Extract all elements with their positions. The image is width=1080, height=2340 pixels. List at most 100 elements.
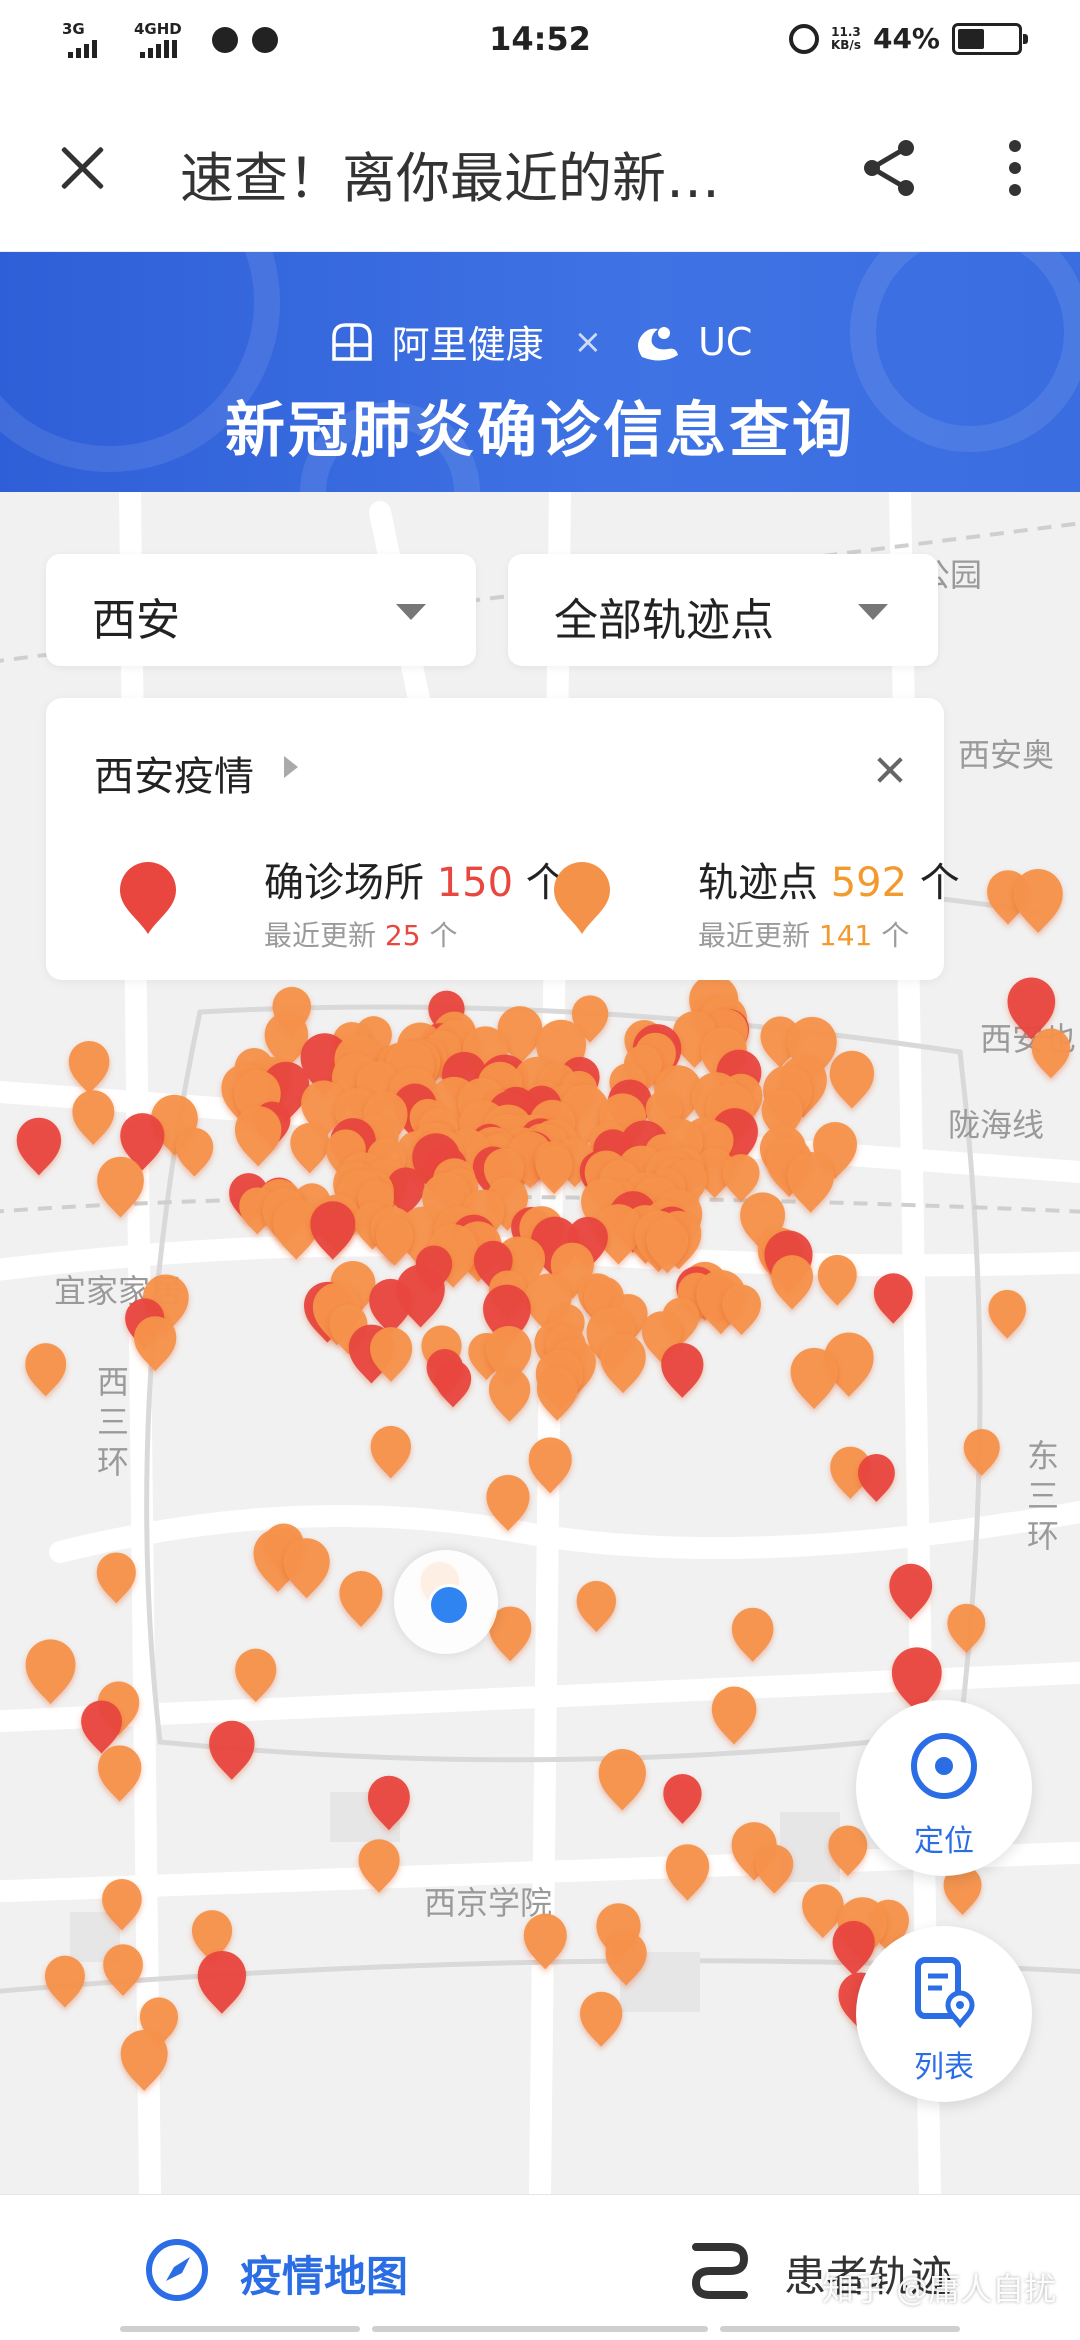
brand-separator: ×	[573, 321, 603, 362]
tab-epidemic-map-label: 疫情地图	[240, 2252, 409, 2301]
list-document-icon	[915, 1957, 975, 2028]
track-point-pin[interactable]	[25, 1343, 67, 1397]
track-point-pin[interactable]	[68, 1040, 110, 1094]
status-bar: 3G 4GHD 14:52 11.3 KB/s 44%	[0, 0, 1080, 84]
list-button-label: 列表	[914, 2050, 974, 2085]
confirmed-location-pin[interactable]	[889, 1563, 933, 1620]
close-icon[interactable]	[56, 140, 112, 196]
track-point-pin[interactable]	[947, 1603, 986, 1653]
track-point-pin[interactable]	[731, 1607, 774, 1662]
track-point-pin[interactable]	[98, 1745, 142, 1802]
confirmed-recent-unit: 个	[429, 919, 458, 952]
close-icon[interactable]	[874, 754, 906, 786]
track-point-pin[interactable]	[722, 1284, 761, 1335]
track-point-pin[interactable]	[97, 1156, 144, 1218]
list-button[interactable]: 列表	[856, 1926, 1032, 2102]
brand-uc: UC	[698, 319, 753, 364]
track-point-pin[interactable]	[370, 1425, 411, 1479]
track-point-pin[interactable]	[817, 1254, 857, 1306]
confirmed-location-pin[interactable]	[434, 1360, 472, 1408]
track-point-pin[interactable]	[488, 1368, 531, 1422]
track-point-pin[interactable]	[486, 1474, 530, 1532]
alarm-icon	[788, 23, 819, 54]
track-point-pin[interactable]	[339, 1570, 383, 1627]
track-point-pin[interactable]	[536, 1367, 578, 1421]
confirmed-location-pin[interactable]	[367, 1775, 410, 1831]
epidemic-map[interactable]: 公园 西安奥 西安也 陇海线 宜家家居 西三环 东三环 西京学院 西安 全部轨迹…	[0, 492, 1080, 2194]
compass-icon	[146, 2239, 208, 2301]
track-point-pin[interactable]	[283, 1538, 330, 1599]
info-card-city-link[interactable]: 西安疫情	[94, 744, 254, 802]
track-type-select-value: 全部轨迹点	[554, 595, 774, 646]
confirmed-location-pin[interactable]	[81, 1700, 122, 1754]
track-point-pin[interactable]	[44, 1955, 85, 2008]
track-point-pin[interactable]	[235, 1648, 277, 1703]
track-point-pin[interactable]	[96, 1552, 136, 1604]
track-point-pin[interactable]	[771, 1255, 814, 1310]
system-nav-hint	[372, 2326, 708, 2332]
track-point-pin[interactable]	[665, 1844, 710, 1901]
track-point-pin[interactable]	[988, 1289, 1026, 1339]
track-point-pin[interactable]	[1031, 1028, 1071, 1079]
track-point-pin[interactable]	[120, 2029, 168, 2091]
track-point-pin[interactable]	[963, 1429, 1000, 1476]
track-recent-count: 141	[818, 919, 873, 952]
track-point-pin[interactable]	[72, 1090, 115, 1145]
track-point-pin[interactable]	[528, 1437, 572, 1494]
confirmed-location-pin[interactable]	[197, 1950, 247, 2014]
track-type-select[interactable]: 全部轨迹点	[508, 554, 938, 666]
track-point-pin[interactable]	[358, 1839, 400, 1893]
track-point-pin[interactable]	[175, 1127, 214, 1177]
city-select[interactable]: 西安	[46, 554, 476, 666]
track-point-pin[interactable]	[375, 1216, 414, 1266]
title-bar: 速查！离你最近的新…	[0, 84, 1080, 252]
track-point-pin[interactable]	[790, 1347, 838, 1409]
track-point-pin[interactable]	[523, 1913, 567, 1970]
track-recent-unit: 个	[881, 919, 910, 952]
confirmed-location-pin[interactable]	[858, 1454, 895, 1502]
route-icon	[691, 2243, 749, 2299]
track-point-pin[interactable]	[103, 1944, 143, 1996]
track-point-pin[interactable]	[600, 1334, 646, 1394]
locate-button[interactable]: 定位	[856, 1700, 1032, 1876]
more-options-icon[interactable]	[1000, 136, 1030, 200]
track-point-pin[interactable]	[234, 1106, 282, 1167]
confirmed-location-pin[interactable]	[310, 1201, 356, 1260]
share-icon[interactable]	[858, 136, 922, 200]
track-point-pin[interactable]	[102, 1878, 142, 1931]
confirmed-pin-icon	[120, 862, 176, 934]
uc-logo-icon	[638, 326, 679, 361]
track-point-pin[interactable]	[1013, 869, 1063, 933]
banner-title: 新冠肺炎确诊信息查询	[225, 396, 855, 466]
track-point-pin[interactable]	[755, 1844, 794, 1894]
confirmed-location-pin[interactable]	[16, 1117, 62, 1176]
track-count: 592	[830, 860, 908, 906]
track-point-pin[interactable]	[829, 1050, 875, 1109]
track-pin-icon	[554, 862, 610, 934]
locate-target-icon	[911, 1733, 977, 1799]
confirmed-location-pin[interactable]	[209, 1720, 255, 1780]
tab-epidemic-map[interactable]: 疫情地图	[140, 2195, 440, 2340]
track-label: 轨迹点	[698, 860, 818, 906]
confirmed-location-pin[interactable]	[873, 1273, 913, 1324]
brand-ali-health: 阿里健康	[391, 323, 544, 367]
track-point-pin[interactable]	[25, 1639, 76, 1705]
current-location-marker	[394, 1550, 498, 1654]
confirmed-count: 150	[436, 860, 514, 906]
track-point-pin[interactable]	[535, 1145, 573, 1195]
track-point-pin[interactable]	[787, 1151, 835, 1213]
battery-percent: 44%	[872, 22, 940, 55]
track-point-pin[interactable]	[605, 1931, 647, 1986]
track-point-pin[interactable]	[580, 1991, 623, 2047]
track-point-pin[interactable]	[598, 1749, 646, 1811]
system-nav-hint	[120, 2326, 360, 2332]
track-point-pin[interactable]	[134, 1316, 177, 1372]
confirmed-location-pin[interactable]	[661, 1342, 704, 1398]
track-point-pin[interactable]	[576, 1580, 617, 1633]
battery-icon	[952, 22, 1028, 55]
confirmed-recent-count: 25	[384, 919, 421, 952]
track-point-pin[interactable]	[711, 1686, 757, 1745]
confirmed-location-pin[interactable]	[663, 1774, 702, 1824]
track-point-pin[interactable]	[290, 1122, 330, 1174]
brand-row: 阿里健康 × UC	[0, 314, 1080, 369]
